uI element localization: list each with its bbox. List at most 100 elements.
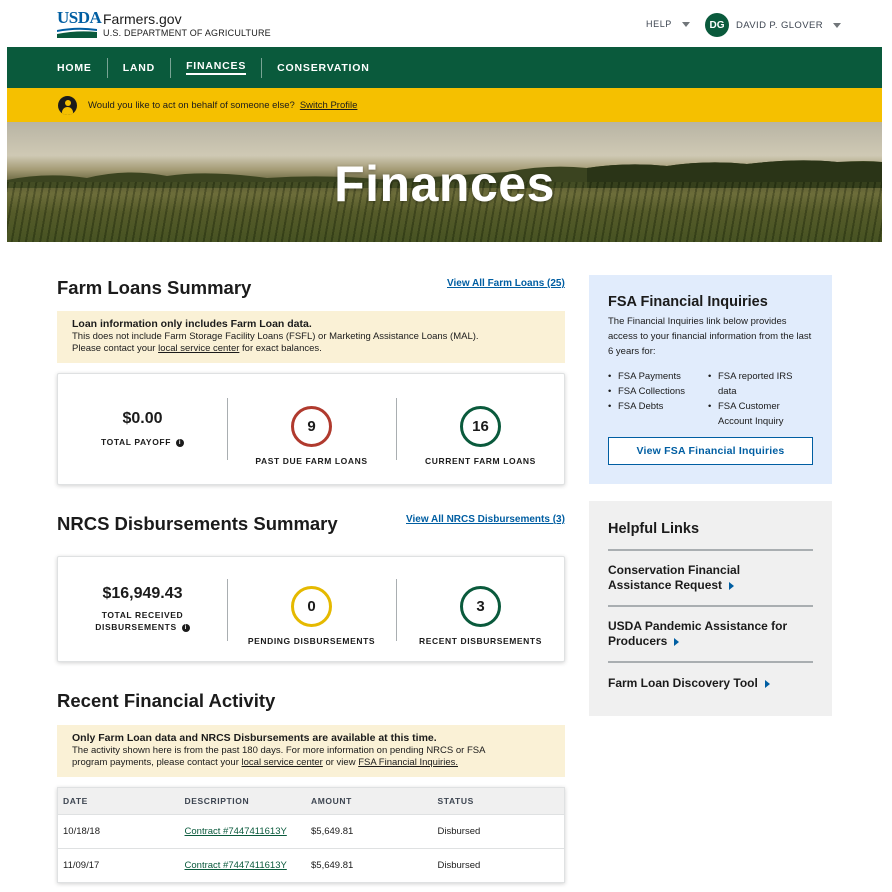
total-received-label-2: DISBURSEMENTS (95, 622, 177, 632)
recent-activity-notice-line: The activity shown here is from the past… (72, 744, 486, 756)
helpful-links-panel: Helpful Links Conservation Financial Ass… (589, 501, 832, 716)
fsa-inquiries-text: The Financial Inquiries link below provi… (608, 316, 812, 357)
table-row: 11/09/17 Contract #7447411613Y $5,649.81… (58, 848, 564, 882)
switch-profile-link[interactable]: Switch Profile (300, 100, 358, 111)
farm-loans-card: $0.00 TOTAL PAYOFF i 9 PAST DUE FARM LOAN… (57, 373, 565, 485)
current-loans-stat: 16 CURRENT FARM LOANS (396, 374, 565, 484)
past-due-label: PAST DUE FARM LOANS (255, 455, 368, 466)
recent-disbursements-stat: 3 RECENT DISBURSEMENTS (396, 557, 565, 661)
helpful-link-loan-discovery[interactable]: Farm Loan Discovery Tool (608, 661, 813, 703)
contract-link[interactable]: Contract #7447411613Y (185, 860, 287, 871)
recent-activity-title: Recent Financial Activity (57, 690, 276, 711)
help-label: HELP (646, 19, 672, 29)
list-item: FSA reported IRS data (708, 369, 808, 399)
page-title: Finances (334, 156, 555, 212)
fsa-list-left: FSA Payments FSA Collections FSA Debts (608, 369, 708, 429)
row-date: 10/18/18 (63, 826, 100, 837)
helpful-link-pandemic[interactable]: USDA Pandemic Assistance for Producers (608, 605, 813, 661)
user-menu[interactable]: DG DAVID P. GLOVER (705, 13, 841, 37)
current-loans-label: CURRENT FARM LOANS (425, 455, 536, 466)
usda-logo-mark: USDA (57, 8, 102, 40)
contract-link[interactable]: Contract #7447411613Y (185, 826, 287, 837)
current-loans-count: 16 (460, 405, 501, 447)
farm-loans-notice-line: This does not include Farm Storage Facil… (72, 330, 479, 342)
column-header-date: DATE (63, 796, 88, 806)
chevron-down-icon (681, 21, 690, 27)
column-header-amount: AMOUNT (311, 796, 352, 806)
list-item: FSA Debts (608, 399, 708, 414)
view-fsa-inquiries-button[interactable]: View FSA Financial Inquiries (608, 437, 813, 465)
past-due-stat: 9 PAST DUE FARM LOANS (227, 374, 396, 484)
total-received-label-1: TOTAL RECEIVED (101, 610, 184, 620)
recent-activity-notice-heading: Only Farm Loan data and NRCS Disbursemen… (72, 732, 437, 744)
recent-activity-notice: Only Farm Loan data and NRCS Disbursemen… (57, 725, 565, 777)
row-date: 11/09/17 (63, 860, 100, 871)
nav-land[interactable]: LAND (108, 57, 172, 78)
helpful-link-conservation[interactable]: Conservation Financial Assistance Reques… (608, 549, 813, 605)
nav-conservation[interactable]: CONSERVATION (262, 58, 384, 78)
arrow-right-icon (674, 637, 680, 646)
past-due-count: 9 (291, 405, 332, 447)
user-name: DAVID P. GLOVER (736, 19, 823, 31)
hero-banner: Finances (7, 122, 882, 242)
local-service-center-link[interactable]: local service center (158, 343, 239, 354)
pending-disbursements-stat: 0 PENDING DISBURSEMENTS (227, 557, 396, 661)
column-header-description: DESCRIPTION (184, 796, 250, 806)
row-status: Disbursed (437, 826, 481, 837)
pending-label: PENDING DISBURSEMENTS (247, 635, 376, 646)
row-status: Disbursed (437, 860, 481, 871)
arrow-right-icon (729, 581, 735, 590)
row-amount: $5,649.81 (311, 860, 354, 871)
avatar: DG (705, 13, 729, 37)
total-payoff-value: $0.00 (122, 410, 163, 427)
arrow-right-icon (764, 679, 770, 688)
farm-loans-notice-text: Please contact your (72, 343, 156, 354)
row-amount: $5,649.81 (311, 826, 354, 837)
usda-logo[interactable]: USDA Farmers.gov U.S. DEPARTMENT OF AGRI… (57, 8, 271, 40)
switch-profile-message: Would you like to act on behalf of someo… (88, 99, 295, 111)
total-received-stat: $16,949.43 TOTAL RECEIVED DISBURSEMENTS i (58, 557, 227, 661)
list-item: FSA Collections (608, 384, 708, 399)
fsa-list-right: FSA reported IRS data FSA Customer Accou… (708, 369, 808, 429)
nrcs-card: $16,949.43 TOTAL RECEIVED DISBURSEMENTS i… (57, 556, 565, 662)
nrcs-title: NRCS Disbursements Summary (57, 513, 338, 534)
nav-home[interactable]: HOME (57, 57, 108, 78)
info-icon[interactable]: i (176, 438, 184, 447)
farm-loans-notice-text: for exact balances. (242, 343, 322, 354)
total-payoff-stat: $0.00 TOTAL PAYOFF i (58, 374, 227, 484)
fsa-inquiries-panel: FSA Financial Inquiries The Financial In… (589, 275, 832, 484)
recent-count: 3 (460, 585, 501, 627)
info-icon[interactable]: i (181, 623, 190, 632)
view-all-farm-loans-link[interactable]: View All Farm Loans (25) (447, 278, 565, 289)
department-name: U.S. DEPARTMENT OF AGRICULTURE (103, 27, 271, 38)
table-row: 10/18/18 Contract #7447411613Y $5,649.81… (58, 814, 564, 848)
recent-activity-notice-text: program payments, please contact your (72, 757, 239, 768)
recent-activity-notice-text: or view (325, 757, 356, 768)
column-header-status: STATUS (437, 796, 474, 806)
table-header: DATE DESCRIPTION AMOUNT STATUS (58, 788, 564, 814)
view-all-nrcs-link[interactable]: View All NRCS Disbursements (3) (406, 514, 565, 525)
fsa-financial-inquiries-link[interactable]: FSA Financial Inquiries. (358, 757, 458, 768)
fsa-inquiries-title: FSA Financial Inquiries (608, 294, 768, 310)
local-service-center-link[interactable]: local service center (242, 757, 323, 768)
site-header: USDA Farmers.gov U.S. DEPARTMENT OF AGRI… (0, 0, 892, 47)
list-item: FSA Payments (608, 369, 708, 384)
chevron-down-icon (832, 22, 841, 28)
nav-finances[interactable]: FINANCES (171, 57, 263, 78)
farm-loans-notice: Loan information only includes Farm Loan… (57, 311, 565, 363)
switch-profile-banner: Would you like to act on behalf of someo… (7, 88, 882, 122)
main-nav: HOME LAND FINANCES CONSERVATION (7, 47, 882, 88)
usda-swoosh-icon (57, 27, 97, 38)
farm-loans-title: Farm Loans Summary (57, 277, 252, 298)
total-received-value: $16,949.43 (102, 585, 183, 602)
help-menu[interactable]: HELP (646, 19, 690, 29)
person-icon (58, 95, 77, 115)
list-item: FSA Customer Account Inquiry (708, 399, 808, 429)
activity-table: DATE DESCRIPTION AMOUNT STATUS 10/18/18 … (57, 787, 565, 883)
farm-loans-notice-heading: Loan information only includes Farm Loan… (72, 318, 312, 330)
logo-usda-text: USDA (57, 8, 102, 27)
total-payoff-label: TOTAL PAYOFF (100, 437, 171, 447)
pending-count: 0 (291, 585, 332, 627)
site-name: Farmers.gov (103, 10, 182, 27)
recent-label: RECENT DISBURSEMENTS (419, 635, 542, 646)
